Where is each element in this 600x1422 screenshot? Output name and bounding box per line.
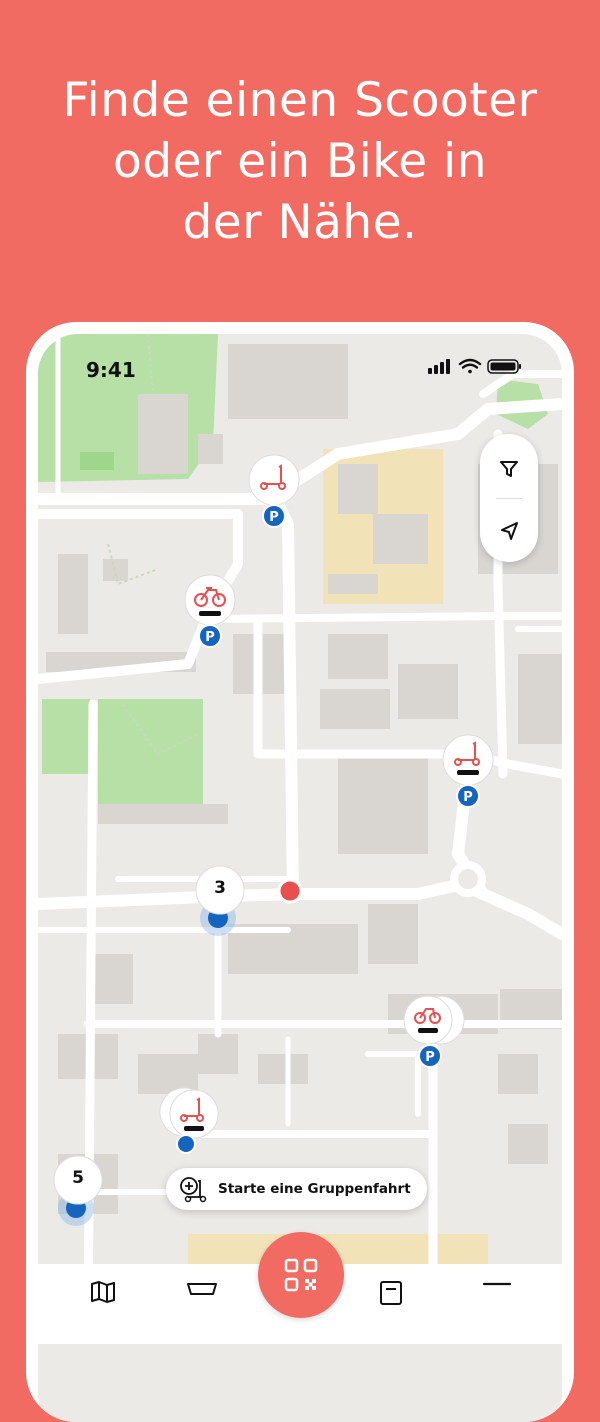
scooter-pin-group[interactable] xyxy=(156,1082,234,1160)
tab-inbox-icon[interactable] xyxy=(186,1280,218,1304)
park-area xyxy=(80,452,114,470)
status-time: 9:41 xyxy=(86,358,136,382)
bike-pin-group[interactable]: P xyxy=(398,990,476,1072)
scooter-pin[interactable]: P xyxy=(246,452,302,534)
battery-icon xyxy=(487,359,521,374)
locate-me-button[interactable] xyxy=(480,502,538,560)
battery-level-indicator xyxy=(184,1126,204,1131)
phone-frame: 9:41 P P P 3 P 5 Starte eine Gruppenfahr… xyxy=(26,322,574,1422)
group-ride-button[interactable]: Starte eine Gruppenfahrt xyxy=(166,1168,427,1210)
parking-badge xyxy=(176,1134,196,1154)
status-icons xyxy=(428,358,521,374)
park-area xyxy=(42,699,90,774)
user-location-dot xyxy=(277,878,303,904)
bike-pin[interactable]: P xyxy=(182,572,238,654)
parking-badge-label: P xyxy=(269,510,279,525)
headline-line-1: Finde einen Scooter xyxy=(62,73,538,128)
app-screen: 9:41 P P P 3 P 5 Starte eine Gruppenfahr… xyxy=(38,334,562,1422)
headline: Finde einen Scooter oder ein Bike in der… xyxy=(0,70,600,253)
cluster-count: 3 xyxy=(214,878,226,898)
svg-text:P: P xyxy=(463,790,473,805)
controls-divider xyxy=(496,498,522,499)
park-area xyxy=(98,699,203,806)
headline-line-3: der Nähe. xyxy=(182,195,418,250)
svg-text:P: P xyxy=(205,630,215,645)
tab-map-icon[interactable] xyxy=(90,1280,116,1304)
roundabout xyxy=(450,861,486,897)
navigation-arrow-icon xyxy=(501,522,518,540)
map-controls xyxy=(480,434,538,562)
filter-funnel-icon xyxy=(500,461,518,477)
cluster-pin-shape xyxy=(53,1155,103,1226)
scan-qr-button[interactable] xyxy=(258,1232,344,1318)
svg-text:P: P xyxy=(425,1050,435,1065)
vehicle-cluster-pin[interactable]: 5 xyxy=(48,1152,108,1232)
group-ride-label: Starte eine Gruppenfahrt xyxy=(218,1181,411,1197)
tab-rides-icon[interactable] xyxy=(378,1280,404,1306)
cluster-pin-shape xyxy=(195,865,245,936)
filter-button[interactable] xyxy=(480,440,538,498)
qr-code-icon xyxy=(284,1258,318,1292)
battery-level-indicator xyxy=(457,770,479,775)
cellular-signal-icon xyxy=(428,359,450,374)
cluster-count: 5 xyxy=(72,1168,84,1188)
status-bar: 9:41 xyxy=(38,334,562,394)
battery-level-indicator xyxy=(199,611,221,616)
scooter-pin[interactable]: P xyxy=(440,732,496,814)
battery-level-indicator xyxy=(418,1028,438,1033)
headline-line-2: oder ein Bike in xyxy=(112,134,488,189)
vehicle-cluster-pin[interactable]: 3 xyxy=(190,862,250,942)
group-ride-scooter-plus-icon xyxy=(180,1177,207,1203)
tab-menu-icon[interactable] xyxy=(482,1280,512,1304)
wifi-icon xyxy=(458,358,482,374)
